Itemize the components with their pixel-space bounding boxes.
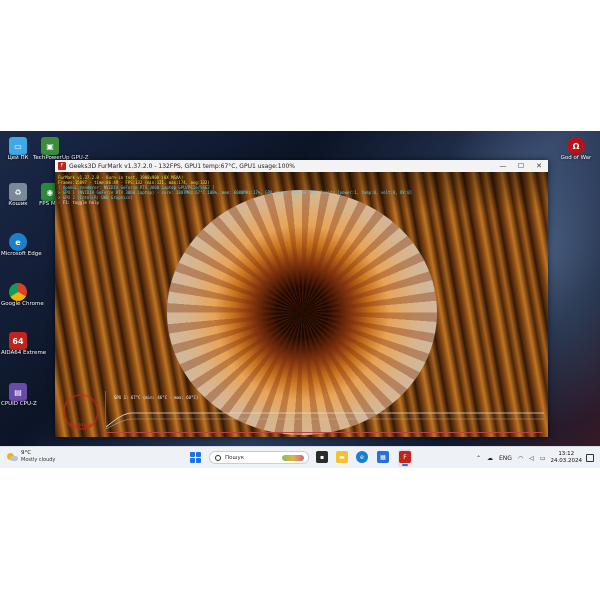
taskbar: 9°C Mostly cloudy Пошук ▪ ▬ e ▦ F ⌃ ☁ EN…	[0, 446, 600, 468]
logo-text: FurMark	[69, 423, 93, 429]
battery-icon[interactable]: ▭	[540, 455, 546, 462]
gpuz-icon: ▣	[41, 137, 59, 155]
language-indicator[interactable]: ENG	[499, 455, 512, 462]
recycle-bin-icon: ♻	[9, 183, 27, 201]
window-titlebar[interactable]: F Geeks3D FurMark v1.37.2.0 - 132FPS, GP…	[55, 160, 548, 172]
windows-logo-tile	[196, 452, 201, 457]
edge-icon: e	[9, 233, 27, 251]
microsoft-store-icon[interactable]: ▦	[377, 451, 389, 463]
furmark-window[interactable]: F Geeks3D FurMark v1.37.2.0 - 132FPS, GP…	[55, 160, 548, 437]
clock[interactable]: 13:12 24.03.2024	[551, 451, 583, 465]
search-icon	[215, 454, 221, 461]
weather-widget[interactable]: 9°C Mostly cloudy	[6, 450, 55, 463]
desktop-icon-recycle-bin[interactable]: ♻ Кошик	[1, 183, 35, 208]
weather-condition: Mostly cloudy	[21, 457, 56, 463]
task-view-icon[interactable]: ▪	[316, 451, 328, 463]
file-explorer-icon[interactable]: ▬	[336, 451, 348, 463]
chrome-icon	[9, 283, 27, 301]
weather-temp: 9°C	[21, 450, 32, 456]
desktop-icon-gpuz[interactable]: ▣ TechPowerUp GPU-Z	[33, 137, 89, 162]
furmark-taskbar-icon: F	[399, 451, 411, 463]
edge-taskbar-icon[interactable]: e	[356, 451, 368, 463]
chevron-up-icon[interactable]: ⌃	[476, 455, 481, 462]
stats-overlay: FurMark v1.37.2.0 - Burn-in test, 1908x9…	[58, 175, 412, 205]
wifi-icon[interactable]: ◠	[518, 455, 523, 462]
desktop-icon-god-of-war[interactable]: Ω God of War	[559, 137, 593, 162]
aida64-icon: 64	[9, 332, 27, 350]
speaker-icon[interactable]: ◁	[529, 455, 534, 462]
desktop-icon-edge[interactable]: e Microsoft Edge	[1, 233, 42, 258]
god-of-war-icon: Ω	[567, 137, 585, 155]
desktop-icon-cpuz[interactable]: ▤ CPUID CPU-Z	[1, 383, 37, 408]
search-highlight-decoration	[282, 454, 304, 461]
desktop-icon-aida64[interactable]: 64 AIDA64 Extreme	[1, 332, 46, 357]
furmark-logo-watermark: FurMark	[63, 394, 99, 430]
desktop-icon-chrome[interactable]: Google Chrome	[1, 283, 44, 308]
search-placeholder: Пошук	[225, 454, 245, 461]
computer-icon: ▭	[9, 137, 27, 155]
notifications-icon[interactable]	[586, 454, 594, 462]
cpuz-icon: ▤	[9, 383, 27, 401]
windows-logo-tile	[190, 458, 195, 463]
gpu-temperature-graph: GPU 1: 67°C (min: 46°C - max: 68°C)	[105, 391, 544, 433]
maximize-button[interactable]: ☐	[512, 160, 530, 172]
window-controls: — ☐ ✕	[494, 160, 548, 172]
start-button[interactable]	[190, 452, 201, 463]
windows-logo-tile	[190, 452, 195, 457]
windows-logo-tile	[196, 458, 201, 463]
taskbar-search[interactable]: Пошук	[209, 451, 309, 464]
clock-time: 13:12	[558, 451, 575, 457]
graph-label: GPU 1: 67°C (min: 46°C - max: 68°C)	[114, 395, 199, 400]
furmark-render-view: FurMark v1.37.2.0 - Burn-in test, 1908x9…	[55, 172, 548, 437]
furmark-app-icon: F	[58, 162, 66, 170]
system-tray: ⌃ ☁ ENG ◠ ◁ ▭ 13:12 24.03.2024	[473, 447, 600, 469]
minimize-button[interactable]: —	[494, 160, 512, 172]
window-title: Geeks3D FurMark v1.37.2.0 - 132FPS, GPU1…	[69, 162, 295, 170]
overlay-line: - F1: toggle help	[58, 200, 99, 205]
desktop-icon-this-pc[interactable]: ▭ Цей ПК	[1, 137, 35, 162]
close-button[interactable]: ✕	[530, 160, 548, 172]
partly-cloudy-icon	[6, 452, 18, 462]
cloud-icon[interactable]: ☁	[487, 455, 493, 462]
aida64-badge: 64	[12, 336, 24, 346]
clock-date: 24.03.2024	[550, 458, 583, 464]
